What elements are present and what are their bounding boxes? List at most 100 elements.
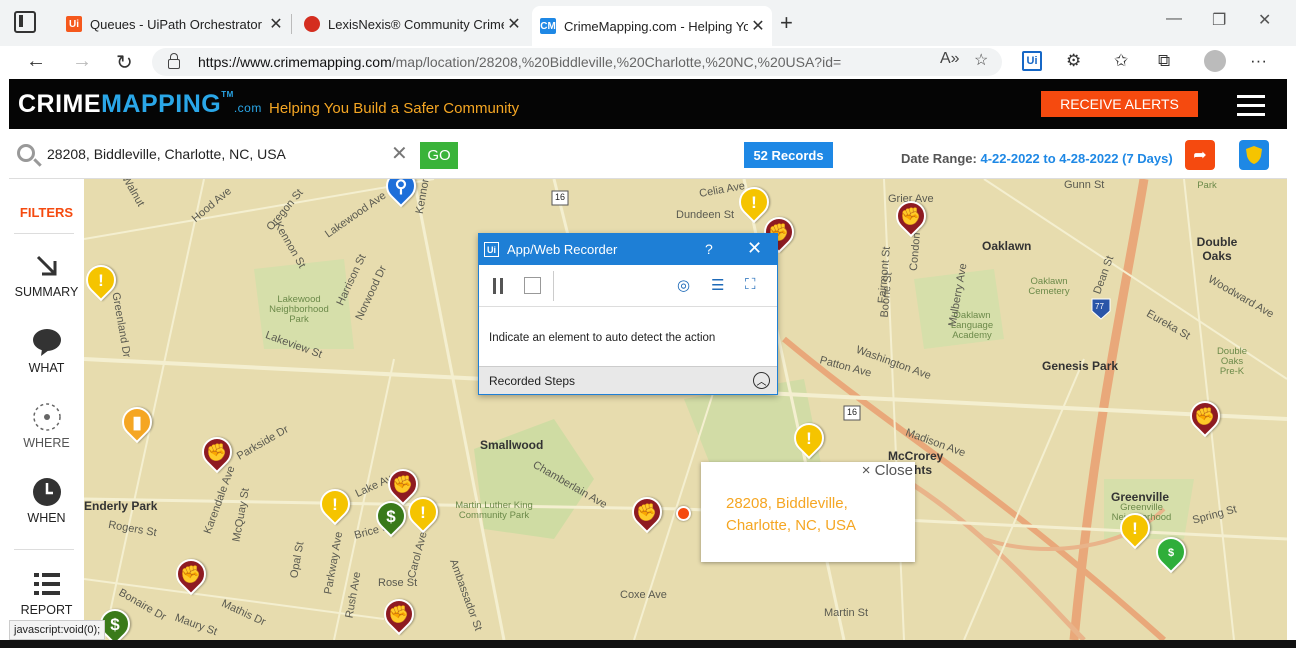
recorded-steps-label: Recorded Steps — [489, 374, 576, 388]
crime-marker-theft[interactable]: ✊ — [377, 592, 421, 639]
close-recorder-icon[interactable]: ✕ — [747, 238, 762, 259]
callout-address-line: Charlotte, NC, USA — [726, 517, 857, 534]
read-aloud-icon[interactable]: A» — [940, 50, 960, 68]
fist-icon: ✊ — [388, 605, 410, 624]
crime-marker-other[interactable]: ! — [787, 416, 831, 463]
sidebar-item-label: SUMMARY — [14, 285, 79, 299]
recorder-title-bar[interactable]: Ui App/Web Recorder ? ✕ — [479, 234, 777, 265]
fist-icon: ✊ — [1194, 407, 1216, 426]
logo-tm: TM — [221, 90, 234, 99]
neighborhood-label-genesis-park: Genesis Park — [1042, 359, 1119, 373]
fist-icon: ✊ — [206, 443, 228, 462]
new-tab-button[interactable]: + — [780, 10, 793, 36]
sidebar-item-report[interactable]: REPORT — [9, 569, 84, 617]
records-count-button[interactable]: 52 Records — [744, 142, 833, 168]
clear-search-icon[interactable]: ✕ — [391, 141, 408, 166]
steps-list-icon[interactable]: ☰ — [711, 276, 724, 294]
address-search-input[interactable] — [47, 143, 387, 165]
uipath-extension-icon[interactable]: Ui — [1022, 51, 1042, 71]
browser-toolbar: ← → ↻ https://www.crimemapping.com/map/l… — [0, 46, 1296, 79]
exclamation-icon: ! — [806, 429, 812, 448]
forward-icon[interactable]: → — [72, 50, 92, 73]
close-tab-icon[interactable]: ✕ — [266, 14, 286, 34]
school-label-double-oaks-prek: Double Oaks Pre-K — [1216, 346, 1248, 377]
sidebar-item-where[interactable]: WHERE — [9, 402, 84, 450]
search-icon — [17, 144, 35, 162]
sidebar-item-summary[interactable]: SUMMARY — [9, 251, 84, 299]
url-host: https://www.crimemapping.com — [198, 54, 392, 70]
park-label-lakewood: Lakewood Neighborhood Park — [269, 294, 329, 325]
neighborhood-label-enderly-park: Enderly Park — [84, 499, 158, 513]
share-icon[interactable]: ➦ — [1185, 140, 1215, 170]
restore-icon[interactable]: ❐ — [1212, 10, 1226, 30]
menu-icon[interactable] — [1237, 95, 1265, 116]
sidebar-item-when[interactable]: WHEN — [9, 477, 84, 525]
crime-marker-other[interactable]: ! — [313, 482, 357, 529]
crime-marker-theft[interactable]: ✊ — [625, 490, 669, 537]
crime-marker-vandalism[interactable]: ▮ — [115, 400, 159, 447]
collections-icon[interactable]: ⧉ — [1158, 51, 1170, 71]
crime-marker-other[interactable]: ! — [1113, 506, 1157, 553]
crime-marker-theft[interactable]: ✊ — [195, 430, 239, 477]
logo-crime: CRIME — [18, 90, 102, 118]
crimemapping-logo[interactable]: CRIMEMAPPINGTM .com — [18, 90, 262, 119]
pause-icon[interactable] — [493, 278, 503, 294]
searched-location-dot[interactable] — [676, 506, 691, 521]
target-icon[interactable]: ◎ — [677, 276, 690, 294]
help-button[interactable]: ? — [705, 241, 713, 257]
logo-mapping: MAPPING — [101, 90, 222, 118]
minimize-icon[interactable]: — — [1166, 10, 1182, 28]
recorder-instruction: Indicate an element to auto detect the a… — [489, 332, 716, 344]
tab-crimemapping[interactable]: CM CrimeMapping.com - Helping Yo ✕ — [532, 6, 772, 46]
profile-avatar[interactable] — [1204, 50, 1226, 72]
tab-uipath-orchestrator[interactable]: Ui Queues - UiPath Orchestrator ✕ — [58, 8, 290, 40]
refresh-icon[interactable]: ↻ — [116, 50, 133, 75]
tab-lexisnexis[interactable]: LexisNexis® Community Crime M ✕ — [296, 8, 528, 40]
crime-marker-vehicle[interactable]: ⚲ — [379, 179, 423, 211]
more-icon[interactable]: ··· — [1250, 51, 1267, 71]
date-range[interactable]: Date Range: 4-22-2022 to 4-28-2022 (7 Da… — [901, 151, 1173, 166]
address-bar[interactable]: https://www.crimemapping.com/map/locatio… — [152, 48, 1002, 76]
crime-marker-theft[interactable]: ✊ — [889, 194, 933, 241]
filters-heading: FILTERS — [19, 205, 74, 220]
add-favorite-icon[interactable]: ☆ — [974, 50, 988, 70]
crime-marker-theft[interactable]: ✊ — [169, 552, 213, 599]
sidebar-item-what[interactable]: WHAT — [9, 327, 84, 375]
favorites-icon[interactable]: ✩ — [1114, 51, 1128, 71]
chevron-up-icon[interactable]: ︿ — [753, 372, 770, 389]
tab-divider — [291, 14, 292, 34]
extensions-icon[interactable]: ⚙ — [1066, 51, 1081, 71]
crime-marker-theft[interactable]: ✊ — [1183, 394, 1227, 441]
fist-icon: ✊ — [392, 475, 414, 494]
close-window-icon[interactable]: ✕ — [1258, 10, 1271, 30]
tab-title: Queues - UiPath Orchestrator — [90, 16, 262, 32]
close-tab-icon[interactable]: ✕ — [504, 14, 524, 34]
cemetery-label-oaklawn: Oaklawn Cemetery — [1028, 276, 1070, 297]
crime-marker-credit-card[interactable]: $ — [1149, 530, 1193, 577]
site-header: CRIMEMAPPINGTM .com Helping You Build a S… — [9, 79, 1287, 129]
route-shield-label: 77 — [1095, 302, 1104, 311]
callout-close-button[interactable]: × Close — [862, 462, 913, 479]
screen-capture-icon[interactable]: ⛶ — [745, 276, 756, 293]
crime-marker-other[interactable]: ! — [401, 490, 445, 537]
police-badge-icon[interactable] — [1239, 140, 1269, 170]
uipath-recorder-window: Ui App/Web Recorder ? ✕ ◎ ☰ ⛶ Indicate a… — [478, 233, 778, 395]
exclamation-icon: ! — [751, 193, 757, 212]
date-range-value: 4-22-2022 to 4-28-2022 (7 Days) — [980, 151, 1173, 166]
crime-marker-other[interactable]: ! — [84, 258, 123, 305]
receive-alerts-button[interactable]: RECEIVE ALERTS — [1041, 91, 1198, 117]
sidebar-item-label: REPORT — [20, 603, 73, 617]
recorded-steps-panel[interactable]: Recorded Steps ︿ — [479, 366, 777, 394]
close-tab-icon[interactable]: ✕ — [748, 16, 768, 36]
list-icon — [32, 569, 62, 599]
back-icon[interactable]: ← — [26, 50, 46, 73]
tab-actions-icon[interactable] — [14, 11, 36, 33]
save-icon[interactable] — [524, 277, 541, 294]
url-path: /map/location/28208,%20Biddleville,%20Ch… — [391, 54, 842, 70]
site-tagline: Helping You Build a Safer Community — [269, 100, 520, 117]
sidebar-item-label: WHERE — [23, 436, 70, 450]
route-shield-label: 16 — [555, 192, 566, 202]
sidebar-item-label: WHAT — [28, 361, 65, 375]
go-button[interactable]: GO — [420, 142, 458, 169]
sidebar-divider — [14, 549, 74, 550]
